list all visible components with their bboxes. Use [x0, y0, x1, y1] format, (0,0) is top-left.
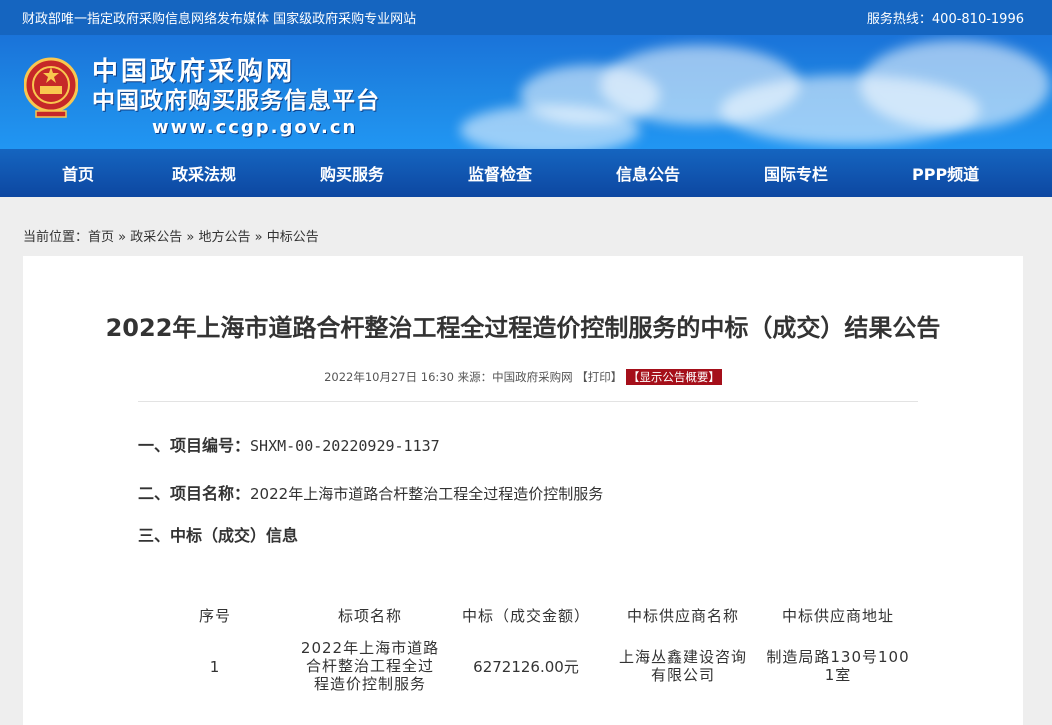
- breadcrumb-home[interactable]: 首页: [88, 230, 114, 245]
- nav-purchase-services[interactable]: 购买服务: [296, 161, 444, 185]
- section-heading: 一、项目编号：: [138, 436, 251, 455]
- logo-subtitle: 中国政府购买服务信息平台: [92, 88, 380, 114]
- nav-regulations[interactable]: 政采法规: [148, 161, 296, 185]
- breadcrumb-prefix: 当前位置：: [23, 230, 89, 245]
- table-cell-amount: 6272126.00元: [473, 658, 579, 676]
- project-number-value: SHXM-00-20220929-1137: [250, 437, 440, 455]
- breadcrumb-sep: »: [182, 230, 199, 245]
- nav-supervision[interactable]: 监督检查: [444, 161, 592, 185]
- section-heading: 二、项目名称：: [138, 484, 251, 503]
- section-heading: 三、中标（成交）信息: [138, 526, 299, 545]
- breadcrumb-sep: »: [250, 230, 267, 245]
- article-date-source: 2022年10月27日 16:30 来源：中国政府采购网: [324, 370, 573, 384]
- project-name-value: 2022年上海市道路合杆整治工程全过程造价控制服务: [250, 485, 604, 503]
- section-project-name: 二、项目名称：2022年上海市道路合杆整治工程全过程造价控制服务: [138, 480, 603, 504]
- nav-ppp[interactable]: PPP频道: [888, 161, 1036, 185]
- divider: [138, 401, 918, 402]
- table-header: 标项名称: [337, 607, 402, 625]
- table-cell-no: 1: [209, 658, 221, 676]
- logo-title: 中国政府采购网: [92, 57, 296, 87]
- table-cell-name: 2022年上海市道路 合杆整治工程全过 程造价控制服务: [300, 639, 440, 693]
- breadcrumb-award[interactable]: 中标公告: [267, 230, 319, 245]
- nav-announcements[interactable]: 信息公告: [592, 161, 740, 185]
- site-banner: 中国政府采购网 中国政府购买服务信息平台 www.ccgp.gov.cn: [0, 35, 1052, 149]
- table-header: 中标（成交金额）: [461, 607, 590, 625]
- site-logo[interactable]: 中国政府采购网 中国政府购买服务信息平台 www.ccgp.gov.cn: [92, 57, 380, 141]
- table-cell-address: 制造局路130号100 1室: [766, 648, 910, 684]
- article-meta: 2022年10月27日 16:30 来源：中国政府采购网 【打印】 【显示公告概…: [23, 369, 1023, 385]
- top-info-bar: 财政部唯一指定政府采购信息网络发布媒体 国家级政府采购专业网站 服务热线：400…: [0, 0, 1052, 35]
- show-summary-button[interactable]: 【显示公告概要】: [625, 369, 722, 385]
- table-header: 序号: [198, 607, 231, 625]
- breadcrumb-sep: »: [114, 230, 131, 245]
- breadcrumb-local[interactable]: 地方公告: [198, 230, 250, 245]
- article-card: 2022年上海市道路合杆整治工程全过程造价控制服务的中标（成交）结果公告 202…: [23, 256, 1023, 725]
- breadcrumb: 当前位置：首页 » 政采公告 » 地方公告 » 中标公告: [23, 226, 319, 245]
- topbar-slogan: 财政部唯一指定政府采购信息网络发布媒体 国家级政府采购专业网站: [22, 12, 417, 27]
- section-award-info: 三、中标（成交）信息: [138, 522, 298, 546]
- main-nav: 首页 政采法规 购买服务 监督检查 信息公告 国际专栏 PPP频道: [0, 149, 1052, 197]
- breadcrumb-procurement[interactable]: 政采公告: [130, 230, 182, 245]
- print-link[interactable]: 【打印】: [576, 370, 622, 384]
- nav-international[interactable]: 国际专栏: [740, 161, 888, 185]
- table-header: 中标供应商名称: [626, 607, 739, 625]
- table-header: 中标供应商地址: [781, 607, 894, 625]
- service-hotline: 服务热线：400-810-1996: [866, 12, 1024, 27]
- nav-home[interactable]: 首页: [38, 161, 148, 185]
- table-cell-supplier: 上海丛鑫建设咨询 有限公司: [618, 648, 747, 684]
- logo-url: www.ccgp.gov.cn: [152, 117, 358, 138]
- national-emblem-icon: [24, 57, 78, 118]
- section-project-number: 一、项目编号：SHXM-00-20220929-1137: [138, 432, 440, 456]
- article-title: 2022年上海市道路合杆整治工程全过程造价控制服务的中标（成交）结果公告: [105, 314, 941, 342]
